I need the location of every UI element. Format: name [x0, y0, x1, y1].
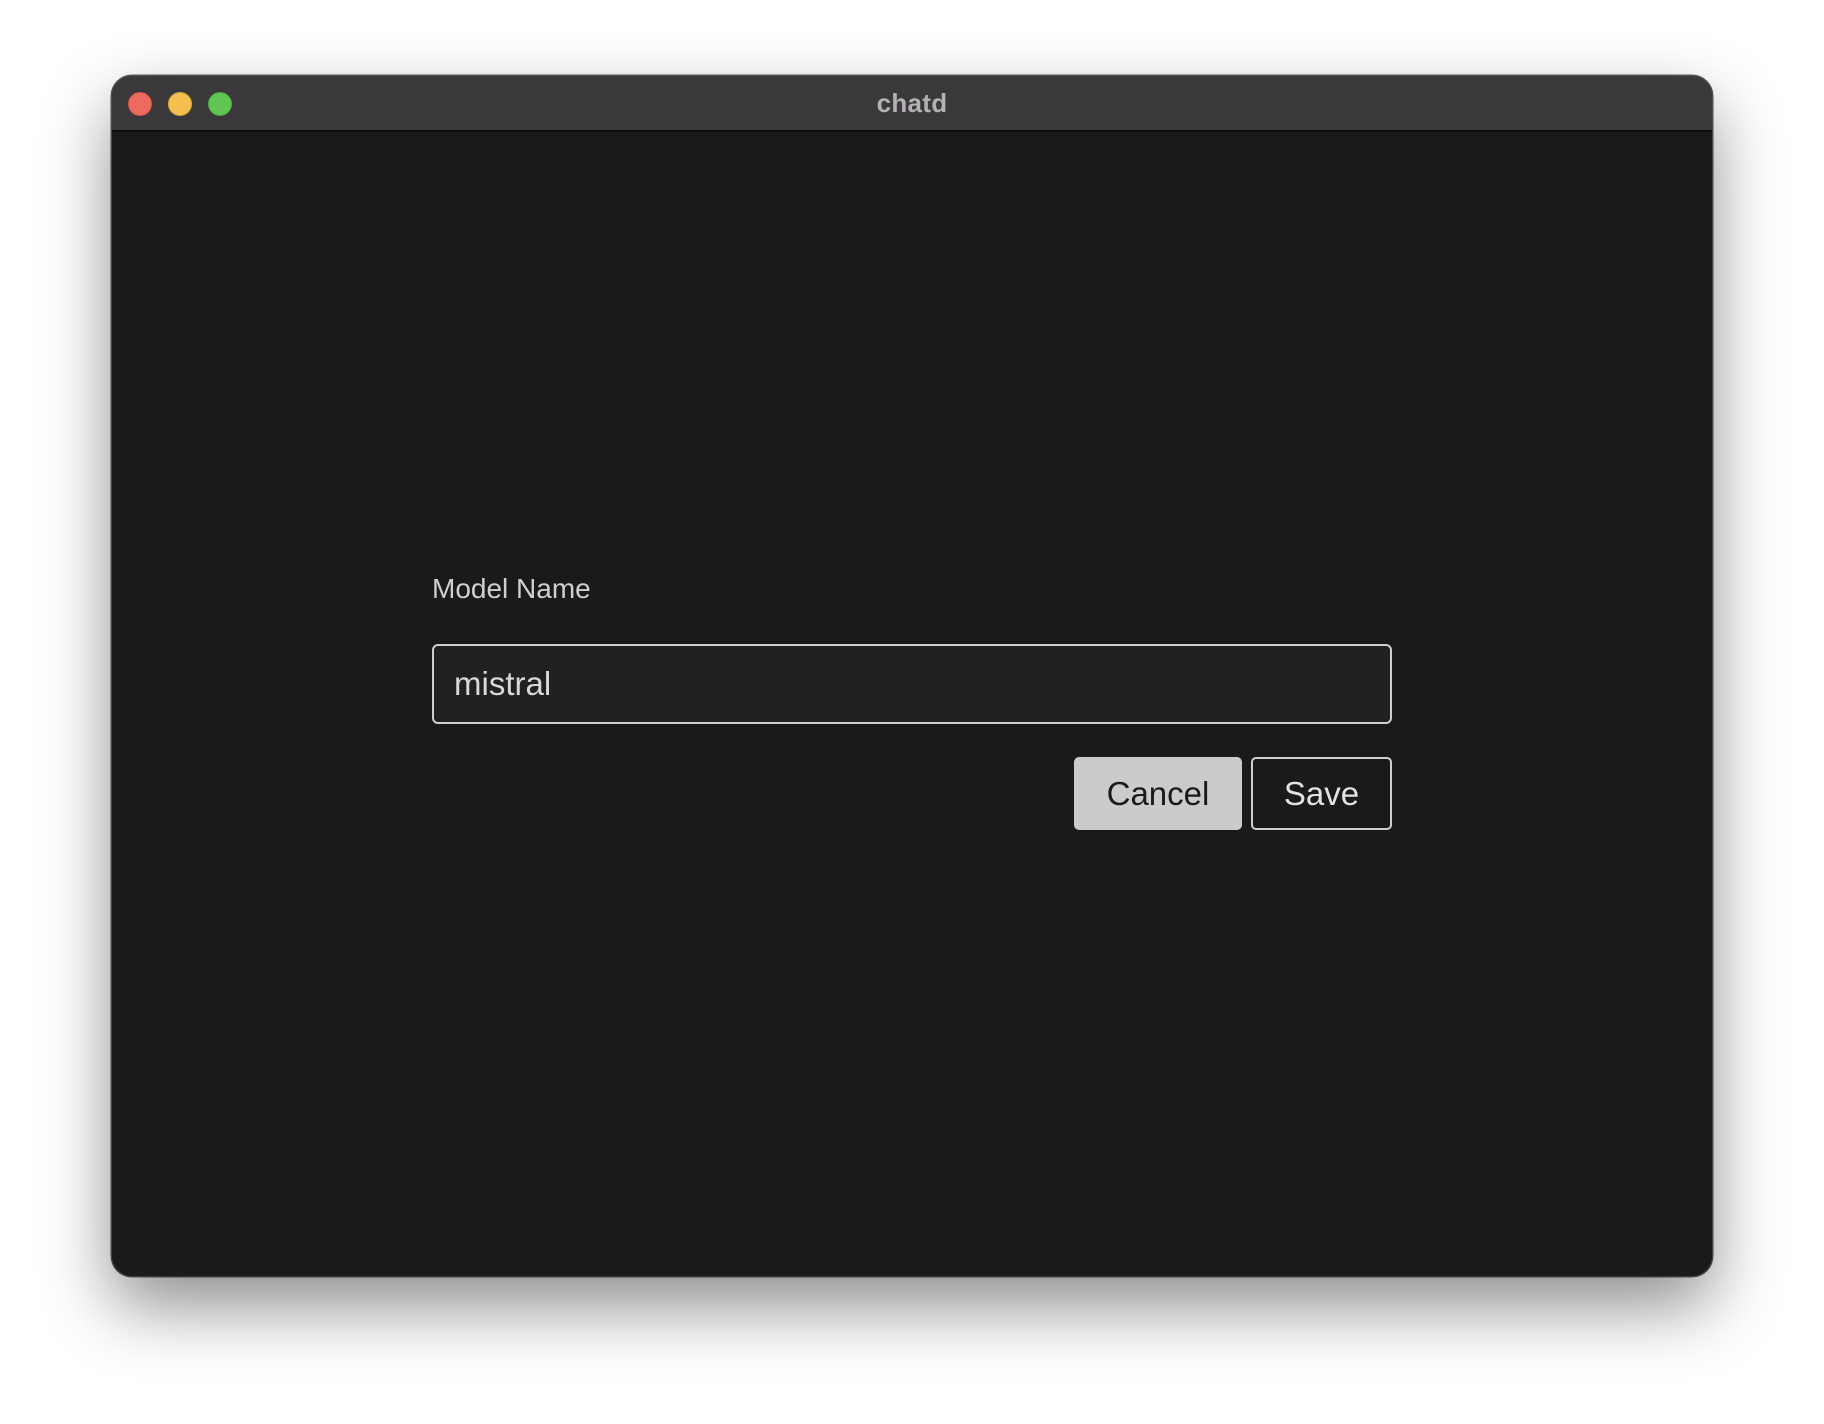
cancel-button[interactable]: Cancel: [1074, 757, 1242, 830]
model-name-label: Model Name: [432, 573, 591, 604]
title-bar[interactable]: chatd: [112, 76, 1712, 132]
window-title: chatd: [876, 88, 948, 118]
app-window: chatd Model Name Cancel Save: [112, 76, 1712, 1276]
save-button[interactable]: Save: [1251, 757, 1392, 830]
model-name-input[interactable]: [432, 644, 1392, 724]
main-content: Model Name Cancel Save: [112, 132, 1712, 1276]
